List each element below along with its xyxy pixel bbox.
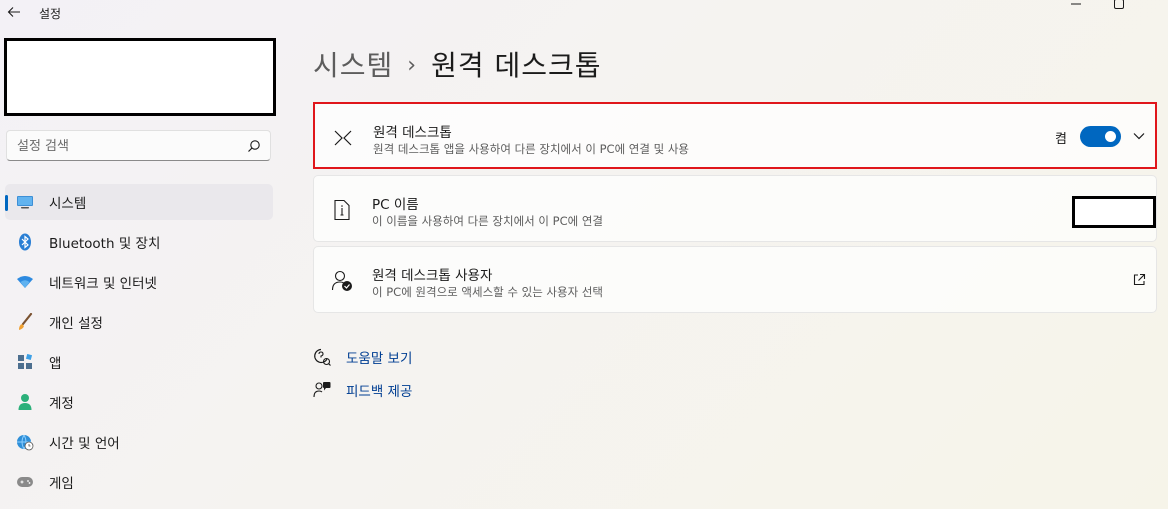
active-indicator <box>5 195 8 211</box>
breadcrumb-parent[interactable]: 시스템 <box>313 49 393 82</box>
breadcrumb: 시스템 › 원격 데스크톱 <box>313 44 602 84</box>
maximize-icon <box>1114 0 1124 9</box>
back-button[interactable] <box>6 4 22 20</box>
app-title: 설정 <box>39 7 62 21</box>
back-arrow-icon <box>7 7 20 17</box>
sidebar-nav: 시스템 Bluetooth 및 장치 네트워크 및 인터넷 개인 설정 앱 계정 <box>5 183 273 502</box>
sidebar-item-apps[interactable]: 앱 <box>5 342 273 382</box>
title-bar: 설정 <box>0 0 1168 28</box>
sidebar-item-label: 게임 <box>49 476 74 492</box>
remote-desktop-description: 원격 데스크톱 앱을 사용하여 다른 장치에서 이 PC에 연결 및 사용 <box>373 142 690 156</box>
remote-desktop-toggle[interactable] <box>1080 126 1121 147</box>
feedback-icon <box>313 381 331 399</box>
breadcrumb-separator: › <box>407 53 418 78</box>
search-icon[interactable] <box>247 139 261 153</box>
sidebar-item-label: 시스템 <box>49 196 87 212</box>
remote-desktop-icon <box>332 127 354 149</box>
feedback-link[interactable]: 피드백 제공 <box>313 380 412 400</box>
external-link-icon[interactable] <box>1132 273 1146 287</box>
gamepad-icon <box>16 473 34 491</box>
sidebar-item-accounts[interactable]: 계정 <box>5 382 273 422</box>
sidebar-item-network[interactable]: 네트워크 및 인터넷 <box>5 262 273 302</box>
wifi-icon <box>16 273 34 291</box>
sidebar-item-system[interactable]: 시스템 <box>5 184 273 220</box>
toggle-state-label: 켬 <box>1055 132 1067 147</box>
sidebar-item-personalization[interactable]: 개인 설정 <box>5 302 273 342</box>
apps-icon <box>16 353 34 371</box>
sidebar-item-gaming[interactable]: 게임 <box>5 462 273 502</box>
search-input[interactable] <box>17 137 237 155</box>
globe-clock-icon <box>16 433 34 451</box>
sidebar-item-label: 계정 <box>49 396 74 412</box>
sidebar-item-label: 개인 설정 <box>49 316 103 332</box>
remote-desktop-card[interactable]: 원격 데스크톱 원격 데스크톱 앱을 사용하여 다른 장치에서 이 PC에 연결… <box>313 102 1157 169</box>
pc-name-card: PC 이름 이 이름을 사용하여 다른 장치에서 이 PC에 연결 <box>313 175 1157 242</box>
help-link-label: 도움말 보기 <box>346 351 413 367</box>
pc-info-icon <box>331 199 353 221</box>
sidebar-item-label: 앱 <box>49 356 62 372</box>
remote-desktop-title: 원격 데스크톱 <box>373 125 452 141</box>
remote-desktop-users-title: 원격 데스크톱 사용자 <box>372 268 493 284</box>
sidebar-item-label: 시간 및 언어 <box>49 436 120 452</box>
remote-desktop-users-card[interactable]: 원격 데스크톱 사용자 이 PC에 원격으로 액세스할 수 있는 사용자 선택 <box>313 246 1157 313</box>
pc-name-description: 이 이름을 사용하여 다른 장치에서 이 PC에 연결 <box>372 214 603 228</box>
feedback-link-label: 피드백 제공 <box>346 384 413 400</box>
brush-icon <box>16 313 34 331</box>
settings-search-box[interactable] <box>6 130 271 161</box>
sidebar-item-label: Bluetooth 및 장치 <box>49 236 161 252</box>
remote-desktop-users-description: 이 PC에 원격으로 액세스할 수 있는 사용자 선택 <box>372 285 603 299</box>
chevron-down-icon[interactable] <box>1132 129 1146 143</box>
minimize-button[interactable] <box>1066 0 1086 12</box>
pc-name-title: PC 이름 <box>372 197 419 213</box>
help-icon <box>313 348 331 366</box>
bluetooth-icon <box>16 233 34 251</box>
monitor-icon <box>16 193 34 211</box>
help-link[interactable]: 도움말 보기 <box>313 347 412 367</box>
sidebar-item-bluetooth[interactable]: Bluetooth 및 장치 <box>5 222 273 262</box>
person-icon <box>16 393 34 411</box>
user-check-icon <box>331 270 353 292</box>
sidebar-item-time-language[interactable]: 시간 및 언어 <box>5 422 273 462</box>
toggle-knob <box>1105 131 1116 142</box>
minimize-icon <box>1071 3 1081 5</box>
redacted-profile-box <box>4 38 276 116</box>
maximize-button[interactable] <box>1109 0 1129 12</box>
sidebar-item-label: 네트워크 및 인터넷 <box>49 276 157 292</box>
redacted-pc-name <box>1072 196 1156 228</box>
page-title: 원격 데스크톱 <box>431 49 602 82</box>
